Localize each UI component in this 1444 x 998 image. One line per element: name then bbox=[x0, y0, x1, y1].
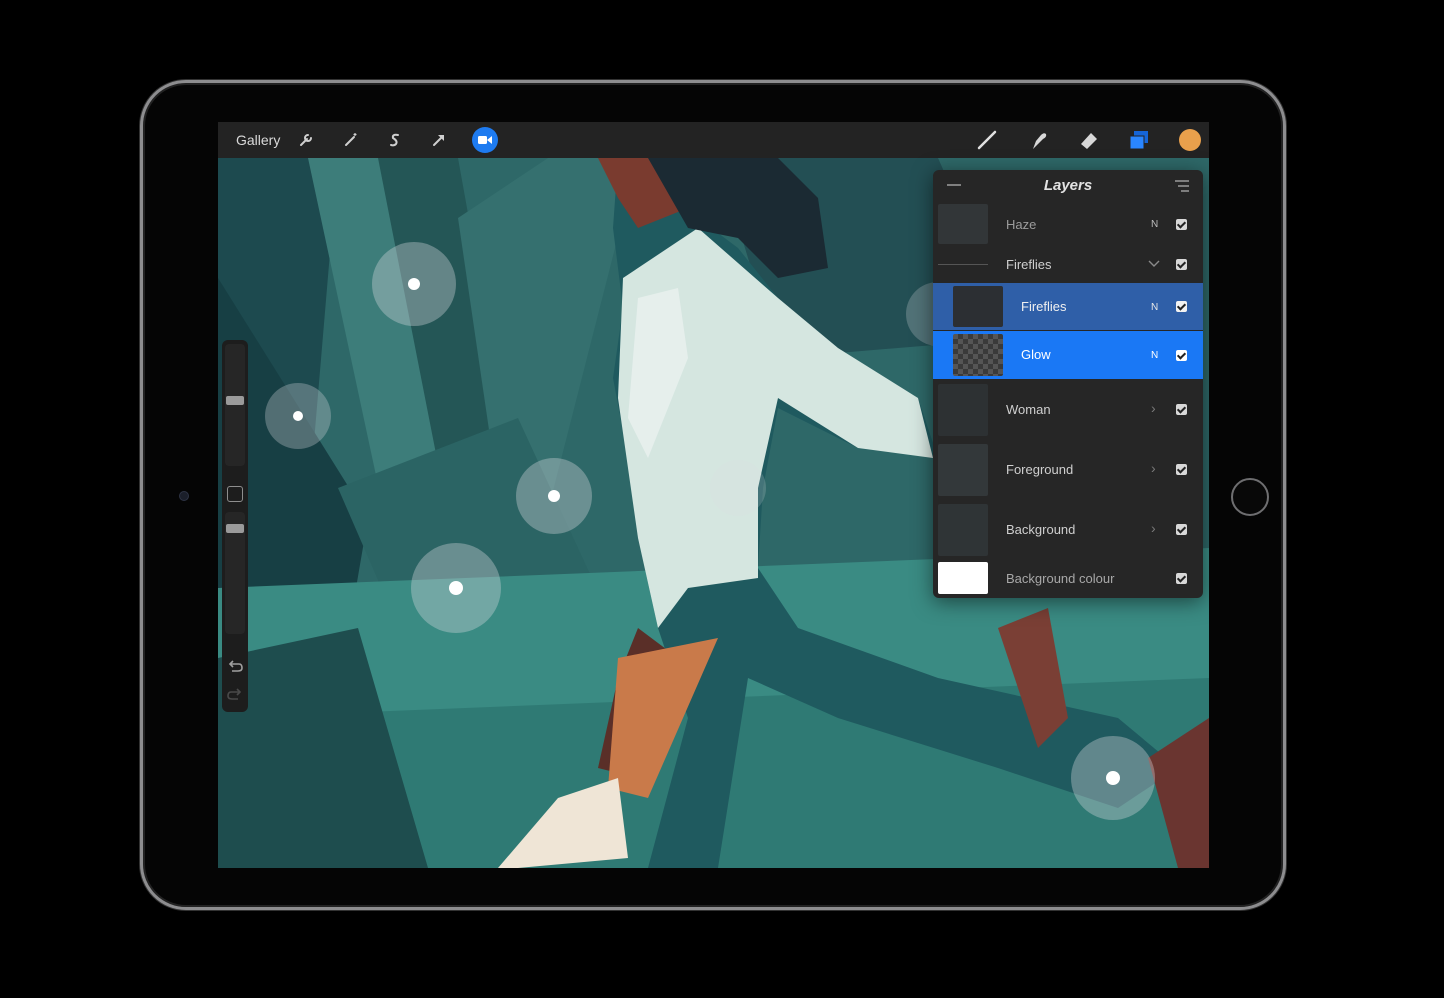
visibility-checkbox[interactable] bbox=[1176, 219, 1187, 230]
layer-row-glow[interactable]: Glow N bbox=[933, 331, 1203, 379]
layer-group-foreground[interactable]: Foreground › bbox=[933, 440, 1203, 500]
layer-thumbnail bbox=[938, 204, 988, 244]
layer-name: Background colour bbox=[1006, 571, 1115, 586]
chevron-right-icon[interactable]: › bbox=[1151, 400, 1156, 416]
brush-icon[interactable] bbox=[975, 128, 999, 152]
layer-thumbnail bbox=[938, 444, 988, 496]
layer-name: Glow bbox=[1021, 347, 1051, 362]
layer-name: Background bbox=[1006, 522, 1076, 537]
eraser-icon[interactable] bbox=[1077, 128, 1101, 152]
layers-panel: Layers Haze N Fireflies Fireflies N Glow… bbox=[933, 170, 1203, 598]
left-sidebar bbox=[222, 340, 248, 712]
color-swatch[interactable] bbox=[1179, 129, 1201, 151]
modifier-button[interactable] bbox=[227, 486, 243, 502]
wrench-icon[interactable] bbox=[294, 128, 318, 152]
brush-size-knob[interactable] bbox=[226, 396, 244, 405]
opacity-slider[interactable] bbox=[225, 512, 245, 634]
blend-mode[interactable]: N bbox=[1151, 302, 1158, 313]
front-camera bbox=[179, 491, 189, 501]
firefly bbox=[710, 460, 766, 516]
layers-panel-title: Layers bbox=[1043, 177, 1093, 194]
layer-thumbnail bbox=[938, 504, 988, 556]
layers-menu-icon[interactable] bbox=[1173, 180, 1189, 192]
visibility-checkbox[interactable] bbox=[1176, 573, 1187, 584]
visibility-checkbox[interactable] bbox=[1176, 350, 1187, 361]
layer-group-background[interactable]: Background › bbox=[933, 500, 1203, 560]
group-divider bbox=[938, 264, 988, 265]
firefly bbox=[411, 543, 501, 633]
firefly bbox=[265, 383, 331, 449]
top-toolbar: Gallery bbox=[218, 122, 1209, 158]
magic-wand-icon[interactable] bbox=[339, 128, 363, 152]
layer-thumbnail bbox=[953, 334, 1003, 376]
visibility-checkbox[interactable] bbox=[1176, 524, 1187, 535]
layer-group-fireflies[interactable]: Fireflies bbox=[933, 246, 1203, 282]
layer-background-colour[interactable]: Background colour bbox=[933, 560, 1203, 598]
layers-icon[interactable] bbox=[1127, 128, 1151, 152]
layer-thumbnail bbox=[953, 286, 1003, 327]
smudge-icon[interactable] bbox=[1026, 128, 1050, 152]
chevron-right-icon[interactable]: › bbox=[1151, 460, 1156, 476]
opacity-knob[interactable] bbox=[226, 524, 244, 533]
blend-mode[interactable]: N bbox=[1151, 219, 1158, 230]
blend-mode[interactable]: N bbox=[1151, 350, 1158, 361]
layer-name: Fireflies bbox=[1021, 299, 1067, 314]
transform-arrow-icon[interactable] bbox=[427, 128, 451, 152]
firefly bbox=[516, 458, 592, 534]
layer-row-fireflies[interactable]: Fireflies N bbox=[933, 283, 1203, 330]
firefly bbox=[1071, 736, 1155, 820]
chevron-right-icon[interactable]: › bbox=[1151, 520, 1156, 536]
app-screen: Gallery Layers Haze N Fireflies Fireflie… bbox=[218, 122, 1209, 868]
visibility-checkbox[interactable] bbox=[1176, 301, 1187, 312]
layer-thumbnail bbox=[938, 384, 988, 436]
video-record-icon[interactable] bbox=[472, 127, 498, 153]
chevron-down-icon[interactable] bbox=[1148, 260, 1160, 268]
visibility-checkbox[interactable] bbox=[1176, 404, 1187, 415]
gallery-button[interactable]: Gallery bbox=[236, 132, 280, 148]
layer-row-haze[interactable]: Haze N bbox=[933, 200, 1203, 246]
layer-group-woman[interactable]: Woman › bbox=[933, 380, 1203, 440]
firefly bbox=[372, 242, 456, 326]
brush-size-slider[interactable] bbox=[225, 344, 245, 466]
visibility-checkbox[interactable] bbox=[1176, 259, 1187, 270]
layer-name: Haze bbox=[1006, 217, 1037, 232]
selection-s-icon[interactable] bbox=[383, 128, 407, 152]
home-button[interactable] bbox=[1231, 478, 1269, 516]
undo-icon[interactable] bbox=[226, 658, 244, 676]
redo-icon[interactable] bbox=[226, 686, 244, 704]
visibility-checkbox[interactable] bbox=[1176, 464, 1187, 475]
layer-name: Foreground bbox=[1006, 462, 1074, 477]
layer-name: Fireflies bbox=[1006, 257, 1052, 272]
background-colour-swatch[interactable] bbox=[938, 562, 988, 594]
layer-name: Woman bbox=[1006, 402, 1051, 417]
